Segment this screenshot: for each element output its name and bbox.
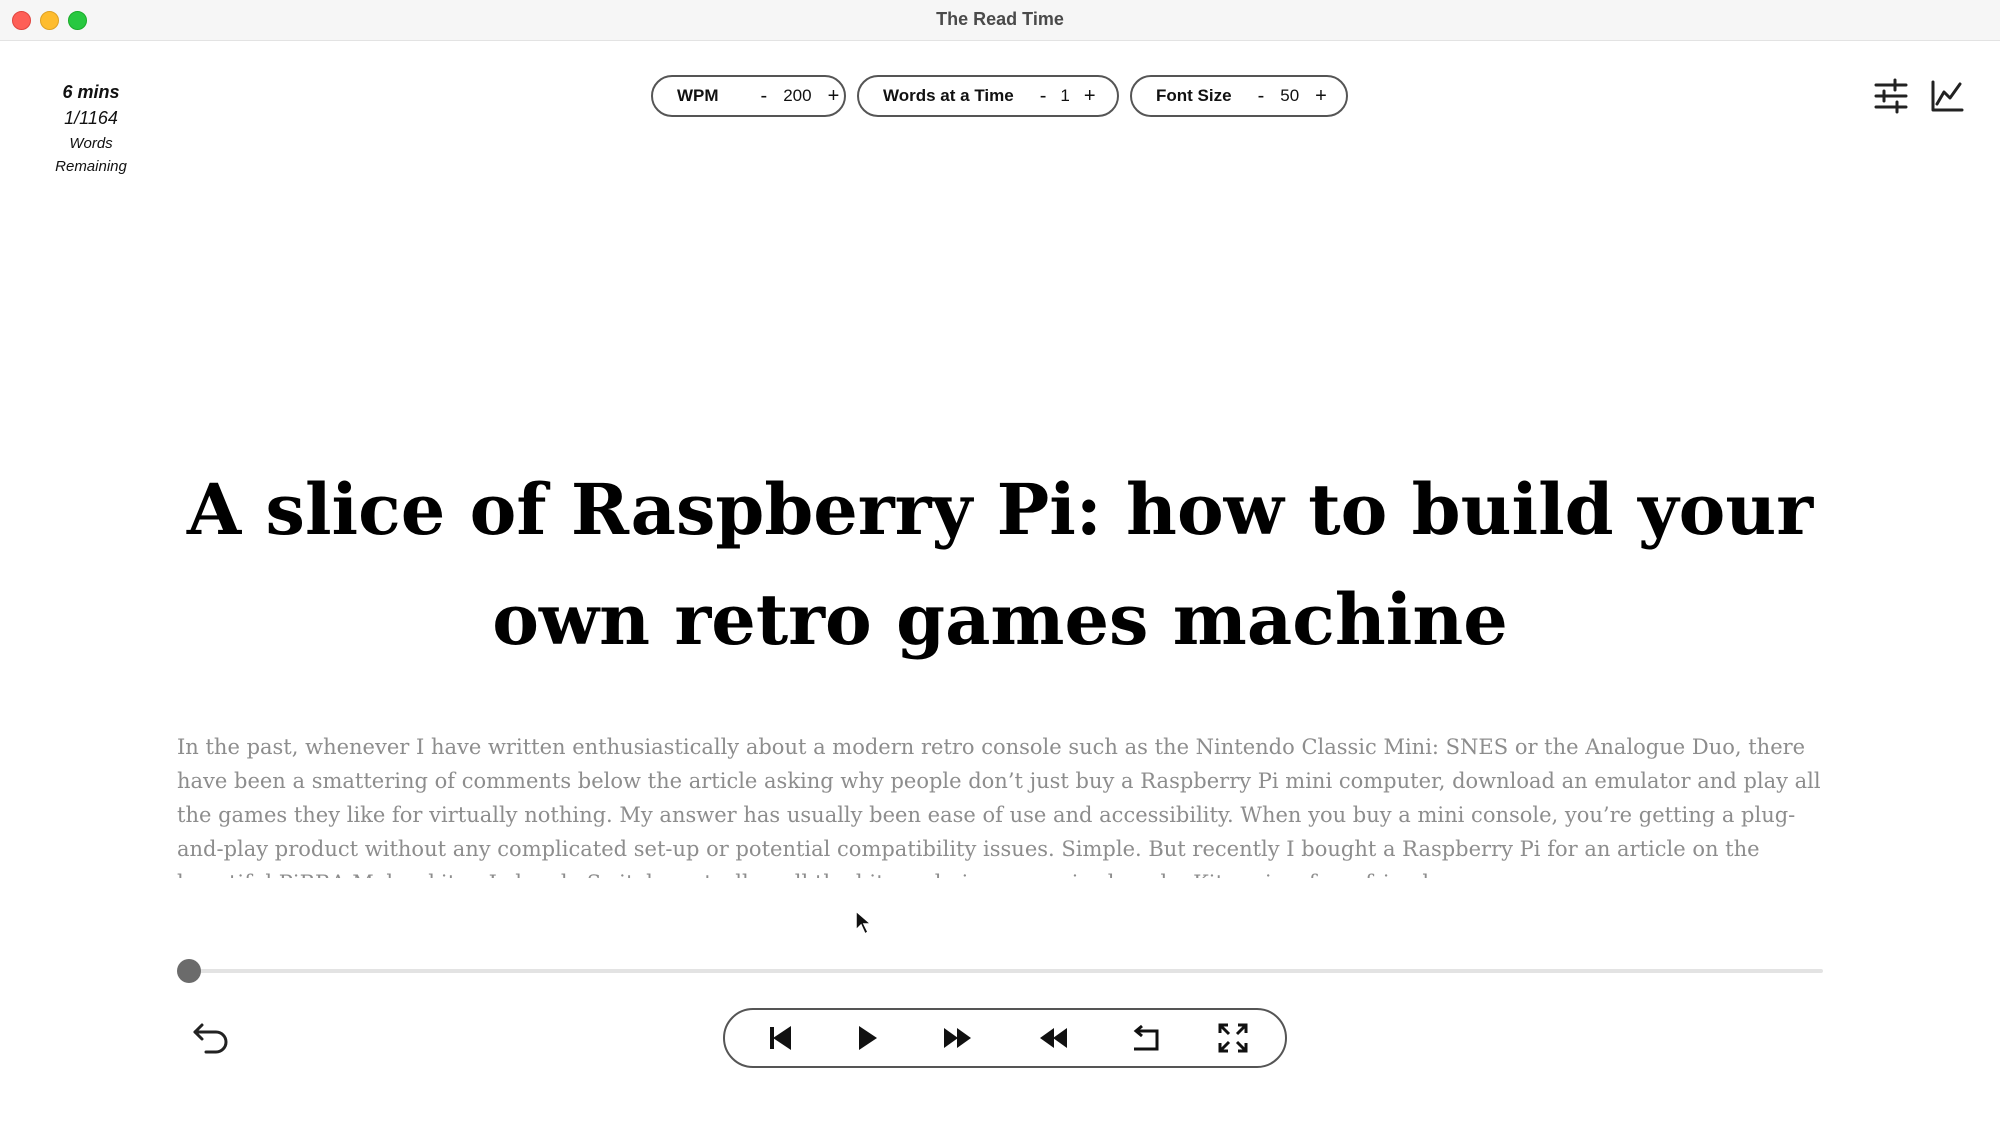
previous-button[interactable] [765, 1022, 797, 1054]
settings-button[interactable] [1873, 78, 1909, 114]
fullscreen-icon [1218, 1023, 1248, 1053]
sliders-icon [1874, 78, 1908, 114]
undo-button[interactable] [190, 1018, 230, 1058]
play-button[interactable] [851, 1022, 883, 1054]
time-remaining: 6 mins [62, 82, 120, 102]
words-at-a-time-value: 1 [1060, 86, 1070, 105]
play-icon [859, 1026, 877, 1050]
window-title: The Read Time [936, 9, 1064, 29]
fast-forward-icon [944, 1028, 971, 1048]
skip-back-icon [770, 1026, 791, 1050]
progress-slider-track[interactable] [177, 969, 1823, 973]
words-decrease-button[interactable]: - [1036, 85, 1051, 108]
font-size-control: Font Size - 50 + [1130, 75, 1348, 117]
words-increase-button[interactable]: + [1080, 85, 1100, 108]
current-reading-text: A slice of Raspberry Pi: how to build yo… [186, 468, 1814, 661]
mouse-pointer-icon [855, 910, 873, 936]
rewind-button[interactable] [1038, 1022, 1070, 1054]
font-size-label: Font Size [1156, 86, 1232, 105]
words-at-a-time-control: Words at a Time - 1 + [857, 75, 1119, 117]
restart-icon [1133, 1024, 1159, 1051]
wpm-label: WPM [677, 86, 719, 105]
title-bar: The Read Time [0, 0, 2000, 41]
wpm-decrease-button[interactable]: - [757, 85, 772, 108]
fullscreen-button[interactable] [1217, 1022, 1249, 1054]
progress-slider-thumb[interactable] [177, 959, 201, 983]
font-size-decrease-button[interactable]: - [1254, 85, 1269, 108]
wpm-increase-button[interactable]: + [824, 85, 844, 108]
rewind-icon [1040, 1028, 1067, 1048]
fast-forward-button[interactable] [942, 1022, 974, 1054]
playback-controls [723, 1008, 1287, 1068]
restart-button[interactable] [1130, 1022, 1162, 1054]
word-progress: 1/1164 [64, 108, 118, 128]
statistics-button[interactable] [1929, 78, 1965, 114]
words-label: Words [69, 135, 113, 152]
wpm-control: WPM - 200 + [651, 75, 846, 117]
app-window: The Read Time 6 mins 1/1164 Words Remain… [0, 0, 2000, 1143]
remaining-label: Remaining [55, 158, 127, 175]
article-text-preview: In the past, whenever I have written ent… [177, 735, 1821, 878]
reading-stats: 6 mins 1/1164 Words Remaining [40, 80, 142, 178]
font-size-value: 50 [1280, 86, 1300, 105]
words-at-a-time-label: Words at a Time [883, 86, 1014, 105]
font-size-increase-button[interactable]: + [1311, 85, 1331, 108]
line-chart-icon [1931, 80, 1964, 112]
undo-icon [193, 1023, 228, 1054]
wpm-value: 200 [783, 86, 812, 105]
